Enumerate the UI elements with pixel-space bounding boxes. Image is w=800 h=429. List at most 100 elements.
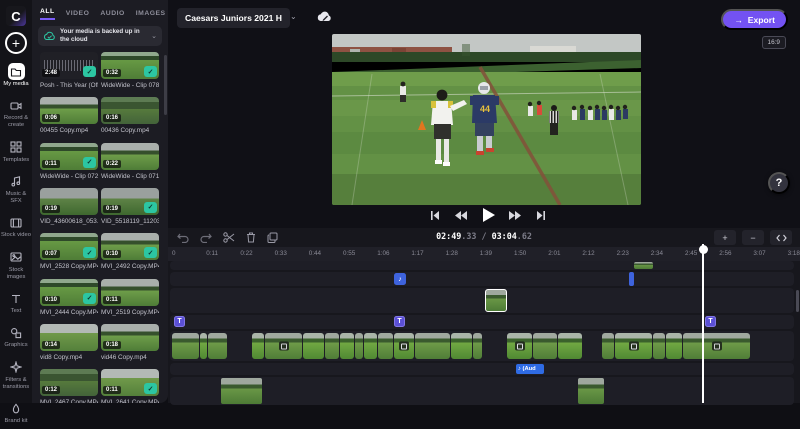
zoom-in-button[interactable]: + bbox=[714, 230, 736, 245]
video-clip[interactable] bbox=[507, 333, 532, 359]
export-button[interactable]: → Export bbox=[721, 9, 788, 30]
video-clip[interactable] bbox=[533, 333, 557, 359]
ruler-tick-label: 1:17 bbox=[411, 250, 423, 257]
video-clip[interactable] bbox=[451, 333, 472, 359]
video-clip[interactable] bbox=[602, 333, 614, 359]
video-clip[interactable] bbox=[303, 333, 324, 359]
media-item[interactable]: 0:32✓WideWide - Clip 078... bbox=[101, 52, 159, 89]
video-clip[interactable] bbox=[221, 378, 262, 404]
tab-audio[interactable]: AUDIO bbox=[100, 10, 124, 20]
clipchamp-logo[interactable]: C bbox=[6, 6, 26, 26]
fast-forward-button[interactable] bbox=[507, 209, 523, 222]
video-clip[interactable] bbox=[683, 333, 750, 359]
cloud-backup-banner[interactable]: Your media is backed up in the cloud ⌄ bbox=[38, 26, 162, 46]
folder-icon bbox=[8, 63, 25, 80]
video-clip[interactable] bbox=[340, 333, 354, 359]
timeline-scrollbar[interactable] bbox=[796, 290, 799, 312]
video-clip[interactable] bbox=[394, 333, 414, 359]
sidebar-item-templates[interactable]: Templates bbox=[0, 136, 32, 168]
video-preview[interactable]: 44 bbox=[332, 34, 641, 205]
playhead-handle[interactable] bbox=[699, 245, 708, 254]
fit-to-screen-button[interactable] bbox=[770, 230, 792, 245]
sidebar-item-text[interactable]: Text bbox=[0, 287, 32, 319]
media-item[interactable]: 0:11✓WideWide - Clip 072... bbox=[40, 143, 98, 180]
sidebar-item-graphics[interactable]: Graphics bbox=[0, 321, 32, 353]
media-thumbnail: 0:10✓ bbox=[40, 279, 98, 306]
mini-clip[interactable] bbox=[634, 262, 653, 269]
media-item[interactable]: 0:10✓MVI_2492 Copy.MP4 bbox=[101, 233, 159, 270]
sidebar-item-filters-transitions[interactable]: Filters & transitions bbox=[0, 356, 32, 395]
video-clip[interactable] bbox=[325, 333, 339, 359]
media-item[interactable]: 0:19VID_43600618_053... bbox=[40, 188, 98, 225]
add-media-button[interactable]: + bbox=[5, 32, 27, 54]
media-item[interactable]: 0:0600455 Copy.mp4 bbox=[40, 97, 98, 134]
audio-clip[interactable]: ♪ (Aud bbox=[516, 364, 544, 374]
title-chevron-icon[interactable]: ⌄ bbox=[290, 12, 297, 21]
ruler-tick-label: 0:11 bbox=[206, 250, 218, 257]
sidebar-item-stock-video[interactable]: Stock video bbox=[0, 211, 32, 243]
media-item[interactable]: 0:14vid8 Copy.mp4 bbox=[40, 324, 98, 361]
video-clip[interactable] bbox=[578, 378, 604, 404]
media-thumbnail: 0:14 bbox=[40, 324, 98, 351]
overlay-video-clip[interactable] bbox=[485, 289, 507, 312]
media-item[interactable]: 0:22WideWide - Clip 071... bbox=[101, 143, 159, 180]
sidebar-item-label: Filters & transitions bbox=[0, 377, 32, 391]
media-item[interactable]: 2:48✓Posh - This Year (Offi... bbox=[40, 52, 98, 89]
rewind-button[interactable] bbox=[453, 209, 469, 222]
check-badge-icon: ✓ bbox=[144, 66, 157, 77]
skip-to-start-button[interactable] bbox=[428, 209, 442, 222]
preview-stage: Caesars Juniors 2021 H ⌄ → Export 16:9 bbox=[168, 0, 800, 228]
sidebar-item-record-create[interactable]: Record & create bbox=[0, 94, 32, 133]
video-clip[interactable] bbox=[615, 333, 652, 359]
text-clip[interactable]: T bbox=[705, 316, 716, 327]
media-item[interactable]: 0:11✓MVI_2641 Copy.MP4 bbox=[101, 369, 159, 403]
chevron-down-icon[interactable]: ⌄ bbox=[151, 32, 157, 40]
tab-images[interactable]: IMAGES bbox=[136, 10, 166, 20]
help-button[interactable]: ? bbox=[768, 172, 790, 194]
video-clip[interactable] bbox=[473, 333, 482, 359]
video-clip[interactable] bbox=[355, 333, 363, 359]
video-clip[interactable] bbox=[666, 333, 682, 359]
media-item[interactable]: 0:1600436 Copy.mp4 bbox=[101, 97, 159, 134]
media-item[interactable]: 0:07✓MVI_2528 Copy.MP4 bbox=[40, 233, 98, 270]
zoom-out-button[interactable]: − bbox=[742, 230, 764, 245]
ruler-tick-label: 3:07 bbox=[753, 250, 765, 257]
duration-badge: 0:18 bbox=[103, 341, 121, 349]
text-clip[interactable]: T bbox=[174, 316, 185, 327]
track-audio: ♪ (Aud bbox=[170, 363, 794, 375]
video-clip[interactable] bbox=[265, 333, 302, 359]
sidebar-item-label: Templates bbox=[0, 157, 32, 164]
playhead-line[interactable] bbox=[702, 244, 704, 403]
video-clip[interactable] bbox=[208, 333, 227, 359]
sidebar-item-brand-kit[interactable]: Brand kit bbox=[0, 397, 32, 429]
sidebar-item-music-sfx[interactable]: Music & SFX bbox=[0, 170, 32, 209]
video-clip[interactable] bbox=[252, 333, 264, 359]
aspect-ratio-badge[interactable]: 16:9 bbox=[762, 36, 786, 49]
media-item[interactable]: 0:18vid46 Copy.mp4 bbox=[101, 324, 159, 361]
skip-to-end-button[interactable] bbox=[534, 209, 548, 222]
video-clip[interactable] bbox=[415, 333, 450, 359]
music-note-clip[interactable]: ♪ bbox=[394, 273, 406, 285]
video-clip[interactable] bbox=[200, 333, 207, 359]
video-clip[interactable] bbox=[172, 333, 199, 359]
cloud-save-icon[interactable] bbox=[316, 9, 333, 23]
play-button[interactable] bbox=[480, 206, 497, 224]
tab-video[interactable]: VIDEO bbox=[66, 10, 90, 20]
video-clip[interactable] bbox=[378, 333, 393, 359]
video-clip[interactable] bbox=[653, 333, 665, 359]
tab-all[interactable]: ALL bbox=[40, 8, 55, 20]
video-clip[interactable] bbox=[558, 333, 582, 359]
media-panel-scrollbar[interactable] bbox=[164, 55, 167, 115]
sidebar-item-stock-images[interactable]: Stock images bbox=[0, 246, 32, 285]
sidebar-item-my-media[interactable]: My media bbox=[0, 60, 32, 92]
image-icon bbox=[8, 249, 25, 266]
media-item[interactable]: 0:12MVI_2467 Copy.MP4 bbox=[40, 369, 98, 403]
video-clip[interactable] bbox=[364, 333, 377, 359]
media-item[interactable]: 0:10✓MVI_2444 Copy.MP4 bbox=[40, 279, 98, 316]
media-item[interactable]: 0:11MVI_2519 Copy.MP4 bbox=[101, 279, 159, 316]
music-bar-clip[interactable] bbox=[629, 272, 634, 286]
text-clip[interactable]: T bbox=[394, 316, 405, 327]
duration-badge: 0:22 bbox=[103, 160, 121, 168]
media-item[interactable]: 0:19✓VID_5518119_112031... bbox=[101, 188, 159, 225]
project-title[interactable]: Caesars Juniors 2021 H bbox=[177, 8, 290, 28]
